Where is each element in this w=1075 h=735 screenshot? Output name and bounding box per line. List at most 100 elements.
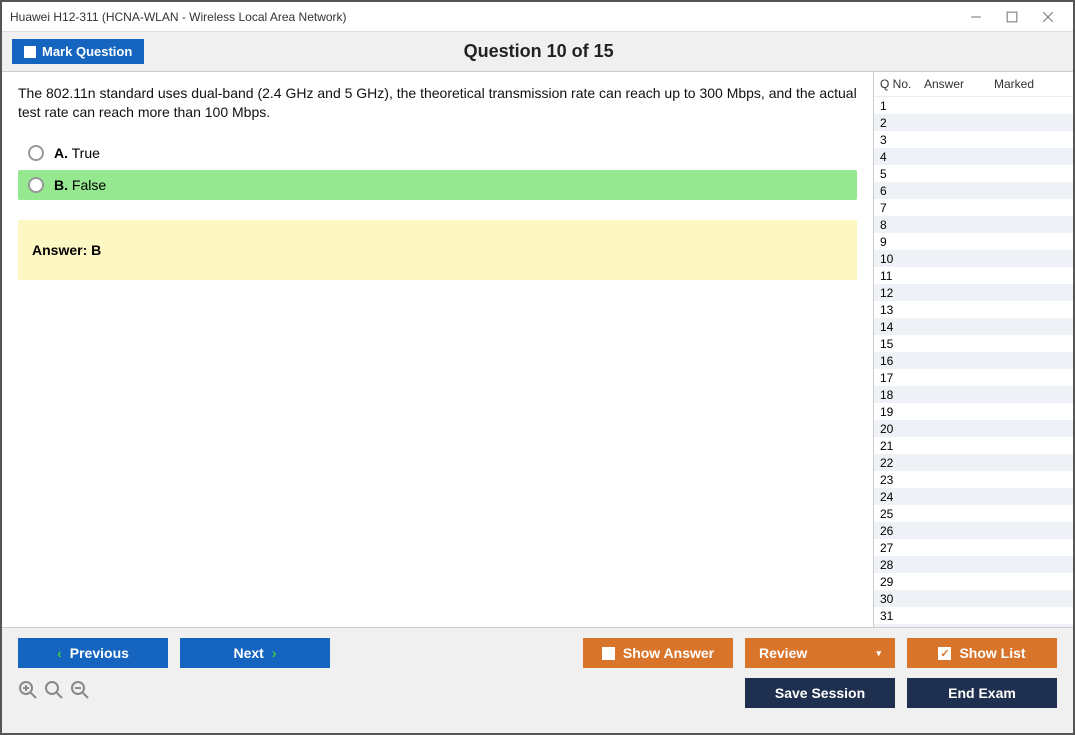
list-item[interactable]: 16 bbox=[874, 352, 1073, 369]
radio-icon[interactable] bbox=[28, 145, 44, 161]
list-item[interactable]: 32 bbox=[874, 624, 1073, 627]
qno-cell: 26 bbox=[880, 524, 924, 538]
save-session-button[interactable]: Save Session bbox=[745, 678, 895, 708]
chevron-left-icon: ‹ bbox=[57, 645, 62, 661]
qno-cell: 21 bbox=[880, 439, 924, 453]
list-item[interactable]: 23 bbox=[874, 471, 1073, 488]
col-qno: Q No. bbox=[880, 77, 924, 91]
question-text: The 802.11n standard uses dual-band (2.4… bbox=[18, 84, 857, 122]
list-item[interactable]: 10 bbox=[874, 250, 1073, 267]
content-area: The 802.11n standard uses dual-band (2.4… bbox=[2, 72, 1073, 627]
qno-cell: 29 bbox=[880, 575, 924, 589]
list-item[interactable]: 2 bbox=[874, 114, 1073, 131]
qno-cell: 20 bbox=[880, 422, 924, 436]
qno-cell: 1 bbox=[880, 99, 924, 113]
sidebar-list[interactable]: 1234567891011121314151617181920212223242… bbox=[874, 97, 1073, 627]
qno-cell: 3 bbox=[880, 133, 924, 147]
maximize-icon[interactable] bbox=[1003, 8, 1021, 26]
list-item[interactable]: 30 bbox=[874, 590, 1073, 607]
qno-cell: 19 bbox=[880, 405, 924, 419]
qno-cell: 13 bbox=[880, 303, 924, 317]
list-item[interactable]: 4 bbox=[874, 148, 1073, 165]
zoom-reset-icon[interactable] bbox=[44, 680, 64, 706]
qno-cell: 27 bbox=[880, 541, 924, 555]
show-answer-button[interactable]: Show Answer bbox=[583, 638, 733, 668]
qno-cell: 10 bbox=[880, 252, 924, 266]
next-label: Next bbox=[233, 645, 263, 661]
list-item[interactable]: 18 bbox=[874, 386, 1073, 403]
option-b[interactable]: B. False bbox=[18, 170, 857, 200]
qno-cell: 16 bbox=[880, 354, 924, 368]
list-item[interactable]: 21 bbox=[874, 437, 1073, 454]
list-item[interactable]: 5 bbox=[874, 165, 1073, 182]
titlebar: Huawei H12-311 (HCNA-WLAN - Wireless Loc… bbox=[2, 2, 1073, 32]
answer-box: Answer: B bbox=[18, 220, 857, 280]
col-answer: Answer bbox=[924, 77, 994, 91]
qno-cell: 6 bbox=[880, 184, 924, 198]
qno-cell: 17 bbox=[880, 371, 924, 385]
list-item[interactable]: 8 bbox=[874, 216, 1073, 233]
footer-row-2: Save Session End Exam bbox=[18, 678, 1057, 708]
option-a[interactable]: A. True bbox=[18, 138, 857, 168]
list-item[interactable]: 11 bbox=[874, 267, 1073, 284]
checkbox-checked-icon: ✓ bbox=[938, 647, 951, 660]
list-item[interactable]: 3 bbox=[874, 131, 1073, 148]
qno-cell: 15 bbox=[880, 337, 924, 351]
qno-cell: 14 bbox=[880, 320, 924, 334]
window-controls bbox=[967, 8, 1065, 26]
checkbox-icon bbox=[602, 647, 615, 660]
list-item[interactable]: 15 bbox=[874, 335, 1073, 352]
list-item[interactable]: 22 bbox=[874, 454, 1073, 471]
list-item[interactable]: 14 bbox=[874, 318, 1073, 335]
qno-cell: 9 bbox=[880, 235, 924, 249]
zoom-controls bbox=[18, 680, 90, 706]
review-label: Review bbox=[759, 645, 807, 661]
question-panel: The 802.11n standard uses dual-band (2.4… bbox=[2, 72, 873, 627]
list-item[interactable]: 28 bbox=[874, 556, 1073, 573]
list-item[interactable]: 17 bbox=[874, 369, 1073, 386]
qno-cell: 32 bbox=[880, 626, 924, 628]
show-list-button[interactable]: ✓Show List bbox=[907, 638, 1057, 668]
next-button[interactable]: Next › bbox=[180, 638, 330, 668]
end-exam-button[interactable]: End Exam bbox=[907, 678, 1057, 708]
zoom-out-icon[interactable] bbox=[70, 680, 90, 706]
list-item[interactable]: 6 bbox=[874, 182, 1073, 199]
list-item[interactable]: 20 bbox=[874, 420, 1073, 437]
qno-cell: 12 bbox=[880, 286, 924, 300]
close-icon[interactable] bbox=[1039, 8, 1057, 26]
list-item[interactable]: 25 bbox=[874, 505, 1073, 522]
list-item[interactable]: 7 bbox=[874, 199, 1073, 216]
list-item[interactable]: 27 bbox=[874, 539, 1073, 556]
qno-cell: 7 bbox=[880, 201, 924, 215]
list-item[interactable]: 1 bbox=[874, 97, 1073, 114]
radio-icon[interactable] bbox=[28, 177, 44, 193]
qno-cell: 18 bbox=[880, 388, 924, 402]
list-item[interactable]: 24 bbox=[874, 488, 1073, 505]
footer-row-1: ‹Previous Next › Show Answer Review▾ ✓Sho… bbox=[18, 638, 1057, 668]
list-item[interactable]: 26 bbox=[874, 522, 1073, 539]
list-item[interactable]: 13 bbox=[874, 301, 1073, 318]
list-item[interactable]: 12 bbox=[874, 284, 1073, 301]
qno-cell: 8 bbox=[880, 218, 924, 232]
question-counter: Question 10 of 15 bbox=[144, 41, 933, 62]
mark-question-label: Mark Question bbox=[42, 44, 132, 59]
list-item[interactable]: 31 bbox=[874, 607, 1073, 624]
review-button[interactable]: Review▾ bbox=[745, 638, 895, 668]
qno-cell: 25 bbox=[880, 507, 924, 521]
question-list-sidebar: Q No. Answer Marked 12345678910111213141… bbox=[873, 72, 1073, 627]
option-label: B. False bbox=[54, 177, 106, 193]
minimize-icon[interactable] bbox=[967, 8, 985, 26]
qno-cell: 28 bbox=[880, 558, 924, 572]
col-marked: Marked bbox=[994, 77, 1067, 91]
qno-cell: 30 bbox=[880, 592, 924, 606]
list-item[interactable]: 9 bbox=[874, 233, 1073, 250]
qno-cell: 23 bbox=[880, 473, 924, 487]
previous-button[interactable]: ‹Previous bbox=[18, 638, 168, 668]
list-item[interactable]: 29 bbox=[874, 573, 1073, 590]
mark-question-button[interactable]: Mark Question bbox=[12, 39, 144, 64]
chevron-right-icon: › bbox=[272, 645, 277, 661]
zoom-in-icon[interactable] bbox=[18, 680, 38, 706]
qno-cell: 2 bbox=[880, 116, 924, 130]
list-item[interactable]: 19 bbox=[874, 403, 1073, 420]
window-title: Huawei H12-311 (HCNA-WLAN - Wireless Loc… bbox=[10, 10, 967, 24]
